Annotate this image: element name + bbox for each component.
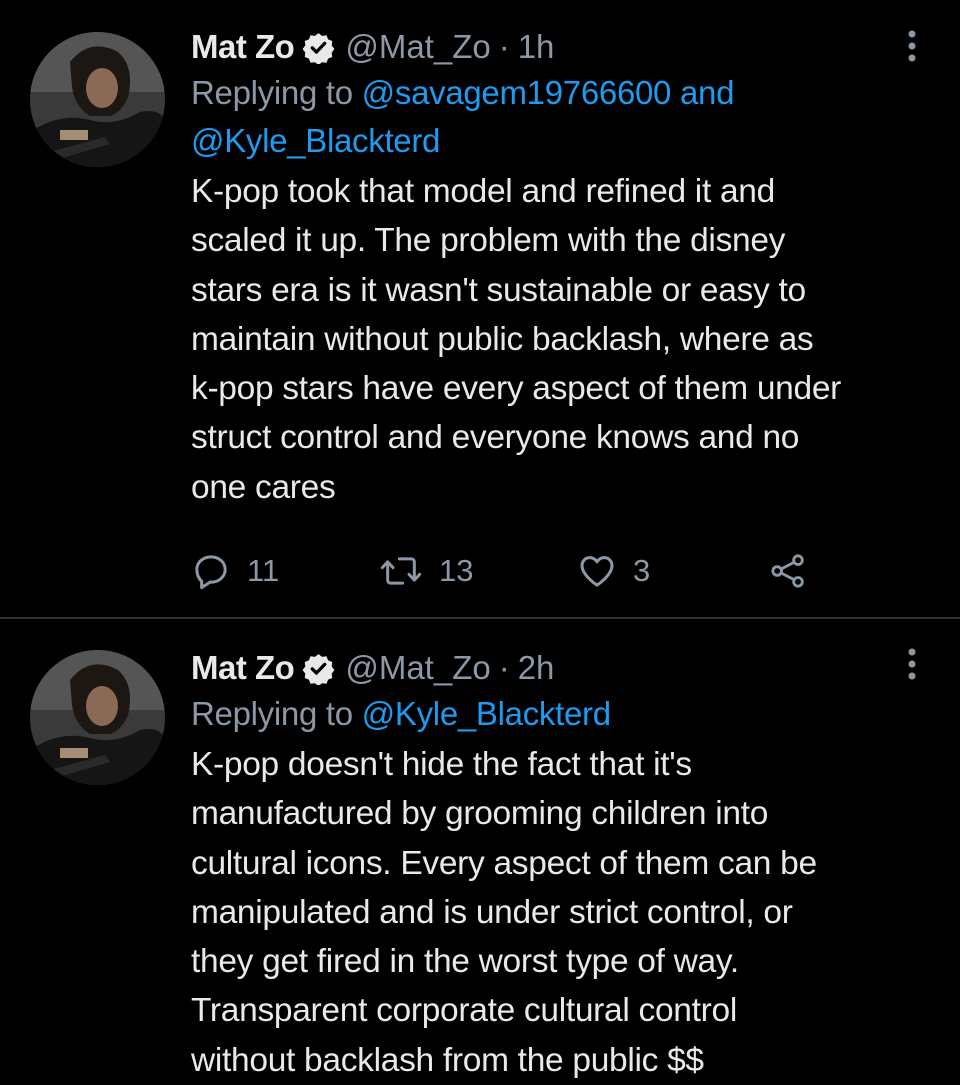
reply-button[interactable]: 11 — [191, 543, 279, 599]
tweet[interactable]: Mat Zo @Mat_Zo · 2h Replying to @Kyle_Bl… — [0, 620, 960, 1085]
more-options-icon[interactable] — [902, 28, 922, 64]
mention-link[interactable]: @savagem19766600 — [362, 74, 672, 111]
tweet-text-line: K-pop took that model and refined it and — [191, 173, 775, 210]
author-handle[interactable]: @Mat_Zo — [345, 25, 490, 69]
replying-to: Replying to @savagem19766600 and @Kyle_B… — [191, 69, 931, 165]
separator-dot: · — [498, 28, 510, 65]
like-button[interactable]: 3 — [577, 543, 650, 599]
retweet-button[interactable]: 13 — [379, 543, 473, 599]
share-icon — [771, 554, 804, 588]
tweet-text: K-pop doesn't hide the fact that it's ma… — [191, 740, 931, 1085]
mention-joiner: and — [671, 74, 735, 111]
author-handle[interactable]: @Mat_Zo — [345, 646, 490, 690]
tweet-divider — [0, 617, 960, 619]
mention-link[interactable]: @Kyle_Blackterd — [191, 122, 440, 159]
avatar-image — [30, 650, 165, 785]
replying-to-label: Replying to — [191, 74, 362, 111]
tweet-text-line: stars era is it wasn't sustainable or ea… — [191, 271, 806, 309]
tweet-text-line: k-pop stars have every aspect of them un… — [191, 370, 842, 408]
tweet-text-line: they get fired in the worst type of way. — [191, 943, 739, 981]
tweet-time[interactable]: 1h — [518, 25, 555, 69]
like-count: 3 — [633, 553, 651, 588]
heart-icon — [580, 556, 614, 587]
tweet-text-line: K-pop doesn't hide the fact that it's — [191, 746, 692, 783]
tweet-text-line: manufactured by grooming children into — [191, 795, 769, 833]
mention-link[interactable]: @Kyle_Blackterd — [362, 695, 611, 732]
retweet-icon — [380, 557, 422, 585]
reply-count: 11 — [247, 553, 280, 588]
avatar[interactable] — [30, 650, 165, 785]
replying-to: Replying to @Kyle_Blackterd — [191, 690, 931, 738]
tweet-text-line: Transparent corporate cultural control — [191, 992, 737, 1030]
tweet-actions: 11 13 3 — [191, 543, 891, 599]
avatar[interactable] — [30, 32, 165, 167]
tweet-text-line: scaled it up. The problem with the disne… — [191, 222, 786, 260]
retweet-count: 13 — [439, 553, 474, 588]
tweet-text-line: manipulated and is under strict control,… — [191, 893, 793, 931]
tweet-text-line: without backlash from the public $$ — [191, 1041, 704, 1079]
separator-dot: · — [498, 649, 510, 686]
tweet-text-line: maintain without public backlash, where … — [191, 320, 814, 358]
tweet-time[interactable]: 2h — [518, 646, 555, 690]
author-name[interactable]: Mat Zo — [191, 646, 295, 690]
verified-badge-icon — [302, 32, 335, 64]
share-button[interactable] — [768, 543, 808, 599]
more-options-icon[interactable] — [902, 646, 922, 682]
tweet-text-line: cultural icons. Every aspect of them can… — [191, 844, 817, 882]
verified-badge-icon — [302, 653, 335, 685]
reply-icon — [195, 555, 227, 590]
avatar-image — [30, 32, 165, 167]
replying-to-label: Replying to — [191, 695, 362, 732]
tweet-text: K-pop took that model and refined it and… — [191, 167, 931, 512]
tweet-text-line: struct control and everyone knows and no — [191, 419, 800, 457]
author-name[interactable]: Mat Zo — [191, 25, 295, 69]
tweet[interactable]: Mat Zo @Mat_Zo · 1h Replying to @savagem… — [0, 0, 960, 618]
tweet-text-line: one cares — [191, 468, 336, 506]
